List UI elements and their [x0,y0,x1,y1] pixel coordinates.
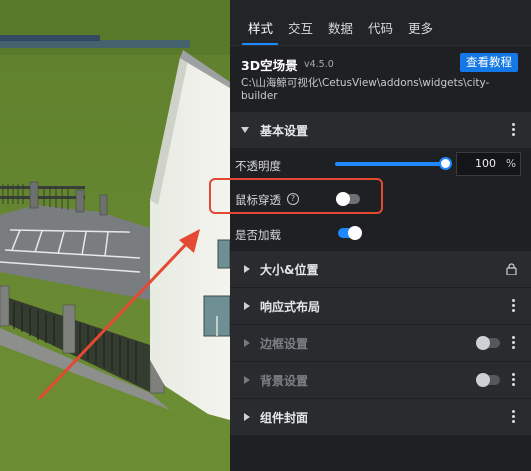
toggle-knob [476,373,490,387]
more-icon[interactable] [512,123,516,137]
scene-viewport[interactable] [0,0,230,471]
tab-code[interactable]: 代码 [368,18,393,37]
chevron-right-icon [244,413,250,421]
chevron-right-icon [244,339,250,347]
more-icon[interactable] [512,336,516,350]
tab-more[interactable]: 更多 [408,18,433,37]
slider-thumb[interactable] [439,157,452,170]
opacity-unit: % [506,158,516,170]
tab-interaction[interactable]: 交互 [288,18,313,37]
more-icon[interactable] [512,373,516,387]
tab-bar: 样式 交互 数据 代码 更多 [230,0,531,46]
view-tutorial-button[interactable]: 查看教程 [460,53,518,72]
chevron-down-icon [241,127,249,133]
section-title: 边框设置 [260,337,309,351]
section-title: 基本设置 [260,124,309,138]
slider-track[interactable] [335,162,447,166]
section-title: 组件封面 [260,411,309,425]
toggle-knob [348,226,362,240]
component-name: 3D空场景 [241,58,298,73]
component-header: 3D空场景 v4.5.0 查看教程 C:\山海鲸可视化\CetusView\ad… [230,46,531,112]
load-toggle[interactable] [338,226,362,240]
section-title: 响应式布局 [260,300,321,314]
section-title: 大小&位置 [260,263,319,277]
tab-style[interactable]: 样式 [248,18,273,37]
chevron-right-icon [244,265,250,273]
chevron-right-icon [244,302,250,310]
opacity-label: 不透明度 [235,159,281,173]
panel-footer [230,436,531,471]
lock-icon[interactable] [506,263,517,275]
tab-data[interactable]: 数据 [328,18,353,37]
property-panel: 样式 交互 数据 代码 更多 3D空场景 v4.5.0 查看教程 C:\山海鲸可… [230,0,531,471]
section-background-settings[interactable]: 背景设置 [230,362,531,398]
section-responsive-layout[interactable]: 响应式布局 [230,288,531,324]
section-size-position[interactable]: 大小&位置 [230,251,531,287]
chevron-right-icon [244,376,250,384]
more-icon[interactable] [512,299,516,313]
toggle-knob [476,336,490,350]
component-path: C:\山海鲸可视化\CetusView\addons\widgets\city-… [241,77,490,102]
section-basic-settings[interactable]: 基本设置 [230,112,531,148]
section-component-cover[interactable]: 组件封面 [230,399,531,435]
active-tab-indicator [242,43,278,45]
component-version: v4.5.0 [304,59,334,70]
load-label: 是否加载 [235,228,281,242]
section-border-settings[interactable]: 边框设置 [230,325,531,361]
background-toggle[interactable] [476,373,500,387]
annotation-highlight-box [209,178,383,214]
scene-render [0,0,230,471]
section-title: 背景设置 [260,374,309,388]
more-icon[interactable] [512,410,516,424]
border-toggle[interactable] [476,336,500,350]
